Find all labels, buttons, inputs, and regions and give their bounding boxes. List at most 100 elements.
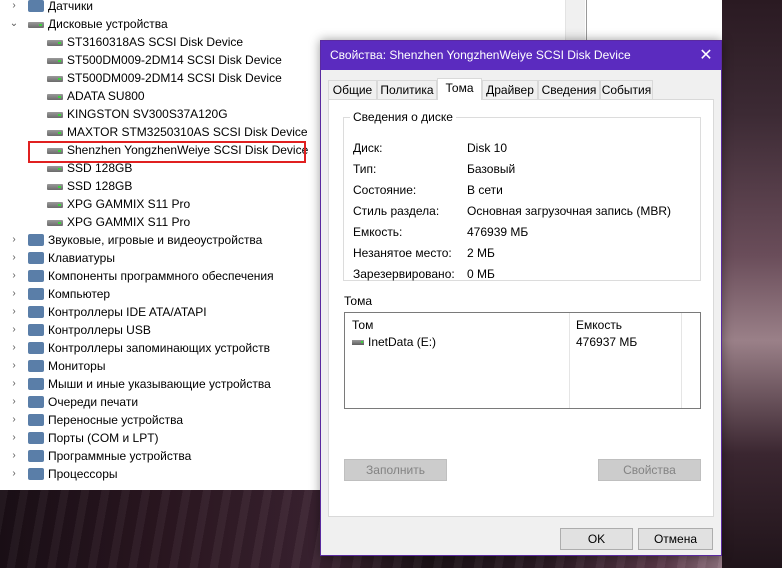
expand-chevron-icon[interactable]: › — [8, 231, 20, 249]
sensor-icon — [28, 0, 44, 12]
expand-chevron-icon[interactable]: › — [8, 267, 20, 285]
tree-category-label: Контроллеры IDE ATA/ATAPI — [48, 305, 207, 319]
disk-info-label: Диск: — [353, 141, 383, 155]
category-icon — [28, 360, 44, 372]
disk-info-label: Тип: — [353, 162, 377, 176]
tab-events[interactable]: События — [600, 80, 653, 99]
disk-drive-icon — [28, 22, 44, 28]
collapse-chevron-icon[interactable]: ⌄ — [8, 15, 20, 33]
dialog-title: Свойства: Shenzhen YongzhenWeiye SCSI Di… — [330, 48, 631, 62]
tree-device-label: ST3160318AS SCSI Disk Device — [67, 35, 244, 49]
expand-chevron-icon[interactable]: › — [8, 339, 20, 357]
tree-category-label: Очереди печати — [48, 395, 139, 409]
volume-name: InetData (E:) — [368, 335, 437, 349]
expand-chevron-icon[interactable]: › — [8, 249, 20, 267]
category-icon — [28, 288, 44, 300]
category-icon — [28, 252, 44, 264]
cancel-button[interactable]: Отмена — [638, 528, 713, 550]
tab-details[interactable]: Сведения — [538, 80, 600, 99]
disk-info-label: Незанятое место: — [353, 246, 452, 260]
tree-category-label: Мыши и иные указывающие устройства — [48, 377, 271, 391]
tree-device-label: ST500DM009-2DM14 SCSI Disk Device — [67, 71, 282, 85]
column-header-capacity[interactable]: Емкость — [576, 318, 622, 332]
tree-device-label: MAXTOR STM3250310AS SCSI Disk Device — [67, 125, 308, 139]
tab-page-volumes: Сведения о диске Диск: Disk 10 Тип: Базовый… — [328, 99, 714, 517]
column-header-volume[interactable]: Том — [352, 318, 373, 332]
disk-info-value: Основная загрузочная запись (MBR) — [467, 204, 672, 218]
category-icon — [28, 342, 44, 354]
category-icon — [28, 414, 44, 426]
expand-chevron-icon[interactable]: › — [8, 393, 20, 411]
disk-info-value: Базовый — [467, 162, 516, 176]
volumes-list[interactable]: Том Емкость InetData (E:) 476937 МБ — [344, 312, 701, 409]
expand-chevron-icon[interactable]: › — [8, 465, 20, 483]
expand-chevron-icon[interactable]: › — [8, 303, 20, 321]
tree-device-label: XPG GAMMIX S11 Pro — [67, 197, 191, 211]
tree-category-label: Клавиатуры — [48, 251, 115, 265]
disk-drive-icon — [47, 130, 63, 136]
tree-category-label: Переносные устройства — [48, 413, 184, 427]
disk-drive-icon — [47, 40, 63, 46]
populate-button[interactable]: Заполнить — [344, 459, 447, 481]
tab-policy[interactable]: Политика — [377, 80, 437, 99]
tree-device-label: SSD 128GB — [67, 179, 133, 193]
category-icon — [28, 468, 44, 480]
tree-category-label: Порты (COM и LPT) — [48, 431, 159, 445]
disk-drive-icon — [47, 94, 63, 100]
disk-info-value: 2 МБ — [467, 246, 495, 260]
disk-info-label: Состояние: — [353, 183, 417, 197]
disk-info-value: 476939 МБ — [467, 225, 529, 239]
category-icon — [28, 324, 44, 336]
tree-category-label: Процессоры — [48, 467, 118, 481]
properties-button[interactable]: Свойства — [598, 459, 701, 481]
tab-driver[interactable]: Драйвер — [482, 80, 538, 99]
tree-category-label: Контроллеры запоминающих устройств — [48, 341, 270, 355]
desktop-background-right — [722, 0, 782, 568]
tree-category-label: Звуковые, игровые и видеоустройства — [48, 233, 263, 247]
ok-button[interactable]: OK — [560, 528, 633, 550]
volumes-section-title: Тома — [344, 294, 372, 308]
disk-info-group-title: Сведения о диске — [350, 110, 456, 124]
close-icon[interactable]: ✕ — [691, 41, 721, 70]
expand-chevron-icon[interactable]: › — [8, 411, 20, 429]
tree-device-label: XPG GAMMIX S11 Pro — [67, 215, 191, 229]
expand-chevron-icon[interactable]: › — [8, 285, 20, 303]
disk-info-value: В сети — [467, 183, 503, 197]
category-icon — [28, 432, 44, 444]
disk-drive-icon — [47, 184, 63, 190]
disk-drive-icon — [47, 220, 63, 226]
tree-device-label: ST500DM009-2DM14 SCSI Disk Device — [67, 53, 282, 67]
disk-info-value: Disk 10 — [467, 141, 508, 155]
disk-drive-icon — [47, 76, 63, 82]
properties-dialog: Свойства: Shenzhen YongzhenWeiye SCSI Di… — [320, 40, 722, 556]
expand-chevron-icon[interactable]: › — [8, 321, 20, 339]
disk-info-label: Зарезервировано: — [353, 267, 455, 281]
disk-drive-icon — [47, 166, 63, 172]
tree-category-label: Программные устройства — [48, 449, 192, 463]
tree-category-label: Мониторы — [48, 359, 106, 373]
tree-device-label: KINGSTON SV300S37A120G — [67, 107, 228, 121]
tree-category-label: Компьютер — [48, 287, 111, 301]
dialog-titlebar[interactable]: Свойства: Shenzhen YongzhenWeiye SCSI Di… — [321, 41, 721, 70]
disk-drive-icon — [47, 202, 63, 208]
expand-chevron-icon[interactable]: › — [8, 357, 20, 375]
tab-general[interactable]: Общие — [328, 80, 377, 99]
tree-category-sensors[interactable]: › Датчики — [0, 0, 560, 15]
selected-device-highlight — [28, 141, 306, 163]
disk-drive-icon — [47, 58, 63, 64]
tree-category-label: Компоненты программного обеспечения — [48, 269, 274, 283]
category-icon — [28, 450, 44, 462]
tree-device-label: ADATA SU800 — [67, 89, 145, 103]
column-divider[interactable] — [569, 313, 570, 408]
disk-info-label: Емкость: — [353, 225, 403, 239]
tree-category-label: Дисковые устройства — [48, 17, 168, 31]
expand-chevron-icon[interactable]: › — [8, 429, 20, 447]
expand-chevron-icon[interactable]: › — [8, 0, 20, 15]
expand-chevron-icon[interactable]: › — [8, 447, 20, 465]
column-divider[interactable] — [681, 313, 682, 408]
tab-volumes[interactable]: Тома — [437, 78, 482, 100]
tree-category-disk-drives[interactable]: ⌄ Дисковые устройства — [0, 15, 560, 33]
expand-chevron-icon[interactable]: › — [8, 375, 20, 393]
category-icon — [28, 306, 44, 318]
disk-info-label: Стиль раздела: — [353, 204, 440, 218]
